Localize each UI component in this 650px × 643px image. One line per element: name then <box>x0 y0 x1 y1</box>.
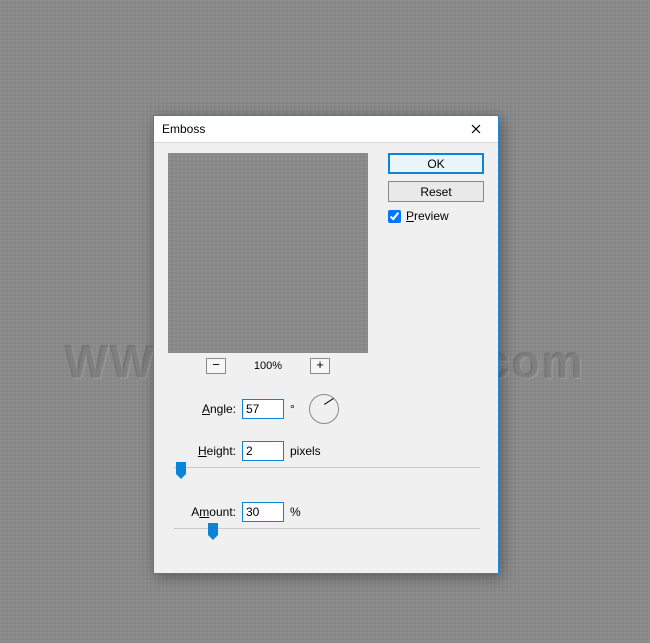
reset-button[interactable]: Reset <box>388 181 484 202</box>
amount-slider-thumb[interactable] <box>208 523 218 535</box>
amount-unit: % <box>290 505 301 519</box>
angle-unit: ° <box>290 402 295 416</box>
emboss-dialog: Emboss − 100% + OK Reset Preview Angle: <box>153 115 499 574</box>
ok-button[interactable]: OK <box>388 153 484 174</box>
right-button-panel: OK Reset Preview <box>388 153 484 223</box>
height-label: Height: <box>168 444 242 458</box>
amount-row: Amount: % <box>168 500 484 524</box>
close-icon <box>471 124 481 134</box>
zoom-level: 100% <box>248 360 288 372</box>
filter-preview[interactable] <box>168 153 368 353</box>
angle-input[interactable] <box>242 399 284 419</box>
height-slider-thumb[interactable] <box>176 462 186 474</box>
height-row: Height: pixels <box>168 439 484 463</box>
preview-checkbox[interactable] <box>388 210 401 223</box>
angle-dial[interactable] <box>309 394 339 424</box>
zoom-in-button[interactable]: + <box>310 358 330 374</box>
zoom-out-button[interactable]: − <box>206 358 226 374</box>
amount-slider[interactable] <box>168 528 484 543</box>
titlebar[interactable]: Emboss <box>154 116 498 143</box>
close-button[interactable] <box>456 117 496 141</box>
height-input[interactable] <box>242 441 284 461</box>
height-slider[interactable] <box>168 467 484 482</box>
angle-row: Angle: ° <box>168 397 484 421</box>
minus-icon: − <box>212 358 220 371</box>
plus-icon: + <box>316 358 324 371</box>
amount-input[interactable] <box>242 502 284 522</box>
height-unit: pixels <box>290 444 321 458</box>
dialog-title: Emboss <box>162 122 205 136</box>
angle-label: Angle: <box>168 402 242 416</box>
zoom-controls: − 100% + <box>168 357 368 375</box>
preview-checkbox-row[interactable]: Preview <box>388 209 484 223</box>
preview-checkbox-label: Preview <box>406 209 449 223</box>
amount-label: Amount: <box>168 505 242 519</box>
